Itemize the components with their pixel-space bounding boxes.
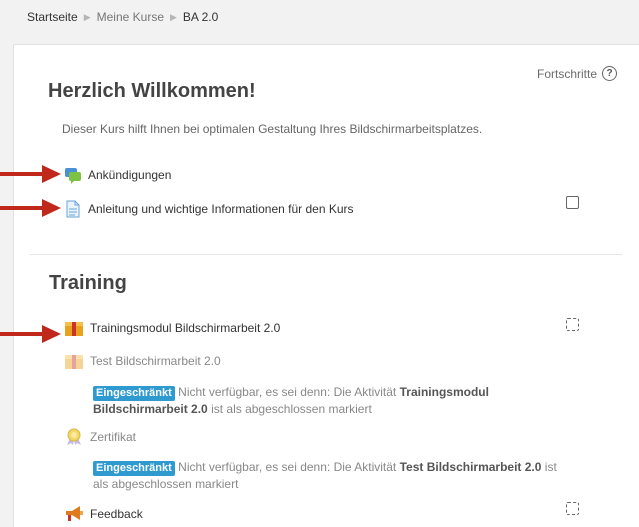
forum-icon (65, 168, 81, 184)
activity-training-module[interactable]: Trainingsmodul Bildschirmarbeit 2.0 (64, 319, 280, 337)
help-icon[interactable]: ? (602, 66, 617, 81)
arrow-icon (0, 199, 61, 217)
completion-checkbox[interactable] (566, 318, 579, 331)
page-icon (66, 200, 80, 218)
arrow-icon (0, 325, 61, 343)
restricted-badge: Eingeschränkt (93, 386, 175, 401)
activity-label: Trainingsmodul Bildschirmarbeit 2.0 (90, 321, 281, 335)
activity-test: Test Bildschirmarbeit 2.0 (64, 352, 221, 370)
progress-label: Fortschritte (536, 66, 597, 81)
activity-label: Test Bildschirmarbeit 2.0 (90, 354, 221, 368)
megaphone-icon (66, 506, 83, 521)
breadcrumb-course[interactable]: BA 2.0 (183, 10, 218, 24)
package-icon (65, 355, 83, 369)
breadcrumb-separator-icon: ▶ (83, 11, 91, 22)
activity-label: Anleitung und wichtige Informationen für… (88, 202, 354, 216)
breadcrumb: Startseite ▶ Meine Kurse ▶ BA 2.0 (27, 10, 218, 24)
restricted-badge: Eingeschränkt (93, 461, 175, 476)
activity-label: Feedback (90, 507, 143, 521)
activity-guide[interactable]: Anleitung und wichtige Informationen für… (64, 200, 354, 218)
breadcrumb-home[interactable]: Startseite (27, 10, 78, 24)
breadcrumb-my-courses[interactable]: Meine Kurse (97, 10, 164, 24)
section-title-welcome: Herzlich Willkommen! (48, 80, 256, 102)
course-intro-text: Dieser Kurs hilft Ihnen bei optimalen Ge… (62, 122, 483, 136)
package-icon (65, 322, 83, 336)
restriction-text: Nicht verfügbar, es sei denn: Die Aktivi… (178, 460, 397, 474)
restriction-text: ist als abgeschlossen markiert (211, 402, 372, 416)
breadcrumb-separator-icon: ▶ (170, 11, 177, 22)
restriction-text: Nicht verfügbar, es sei denn: Die Aktivi… (178, 385, 397, 399)
arrow-icon (0, 165, 61, 183)
restriction-notice: Eingeschränkt Nicht verfügbar, es sei de… (93, 459, 563, 493)
activity-feedback[interactable]: Feedback (64, 505, 143, 523)
activity-label: Zertifikat (90, 430, 137, 444)
activity-certificate: Zertifikat (64, 428, 136, 446)
activity-announcements[interactable]: Ankündigungen (64, 166, 171, 184)
completion-checkbox[interactable] (566, 196, 579, 209)
restriction-notice: Eingeschränkt Nicht verfügbar, es sei de… (93, 384, 563, 418)
completion-checkbox[interactable] (566, 502, 579, 515)
section-divider (30, 254, 622, 255)
progress-header: Fortschritte ? (537, 66, 617, 81)
activity-label: Ankündigungen (88, 168, 172, 182)
certificate-icon (67, 428, 81, 445)
restriction-activity: Test Bildschirmarbeit 2.0 (399, 460, 542, 474)
section-title-training: Training (49, 272, 127, 294)
